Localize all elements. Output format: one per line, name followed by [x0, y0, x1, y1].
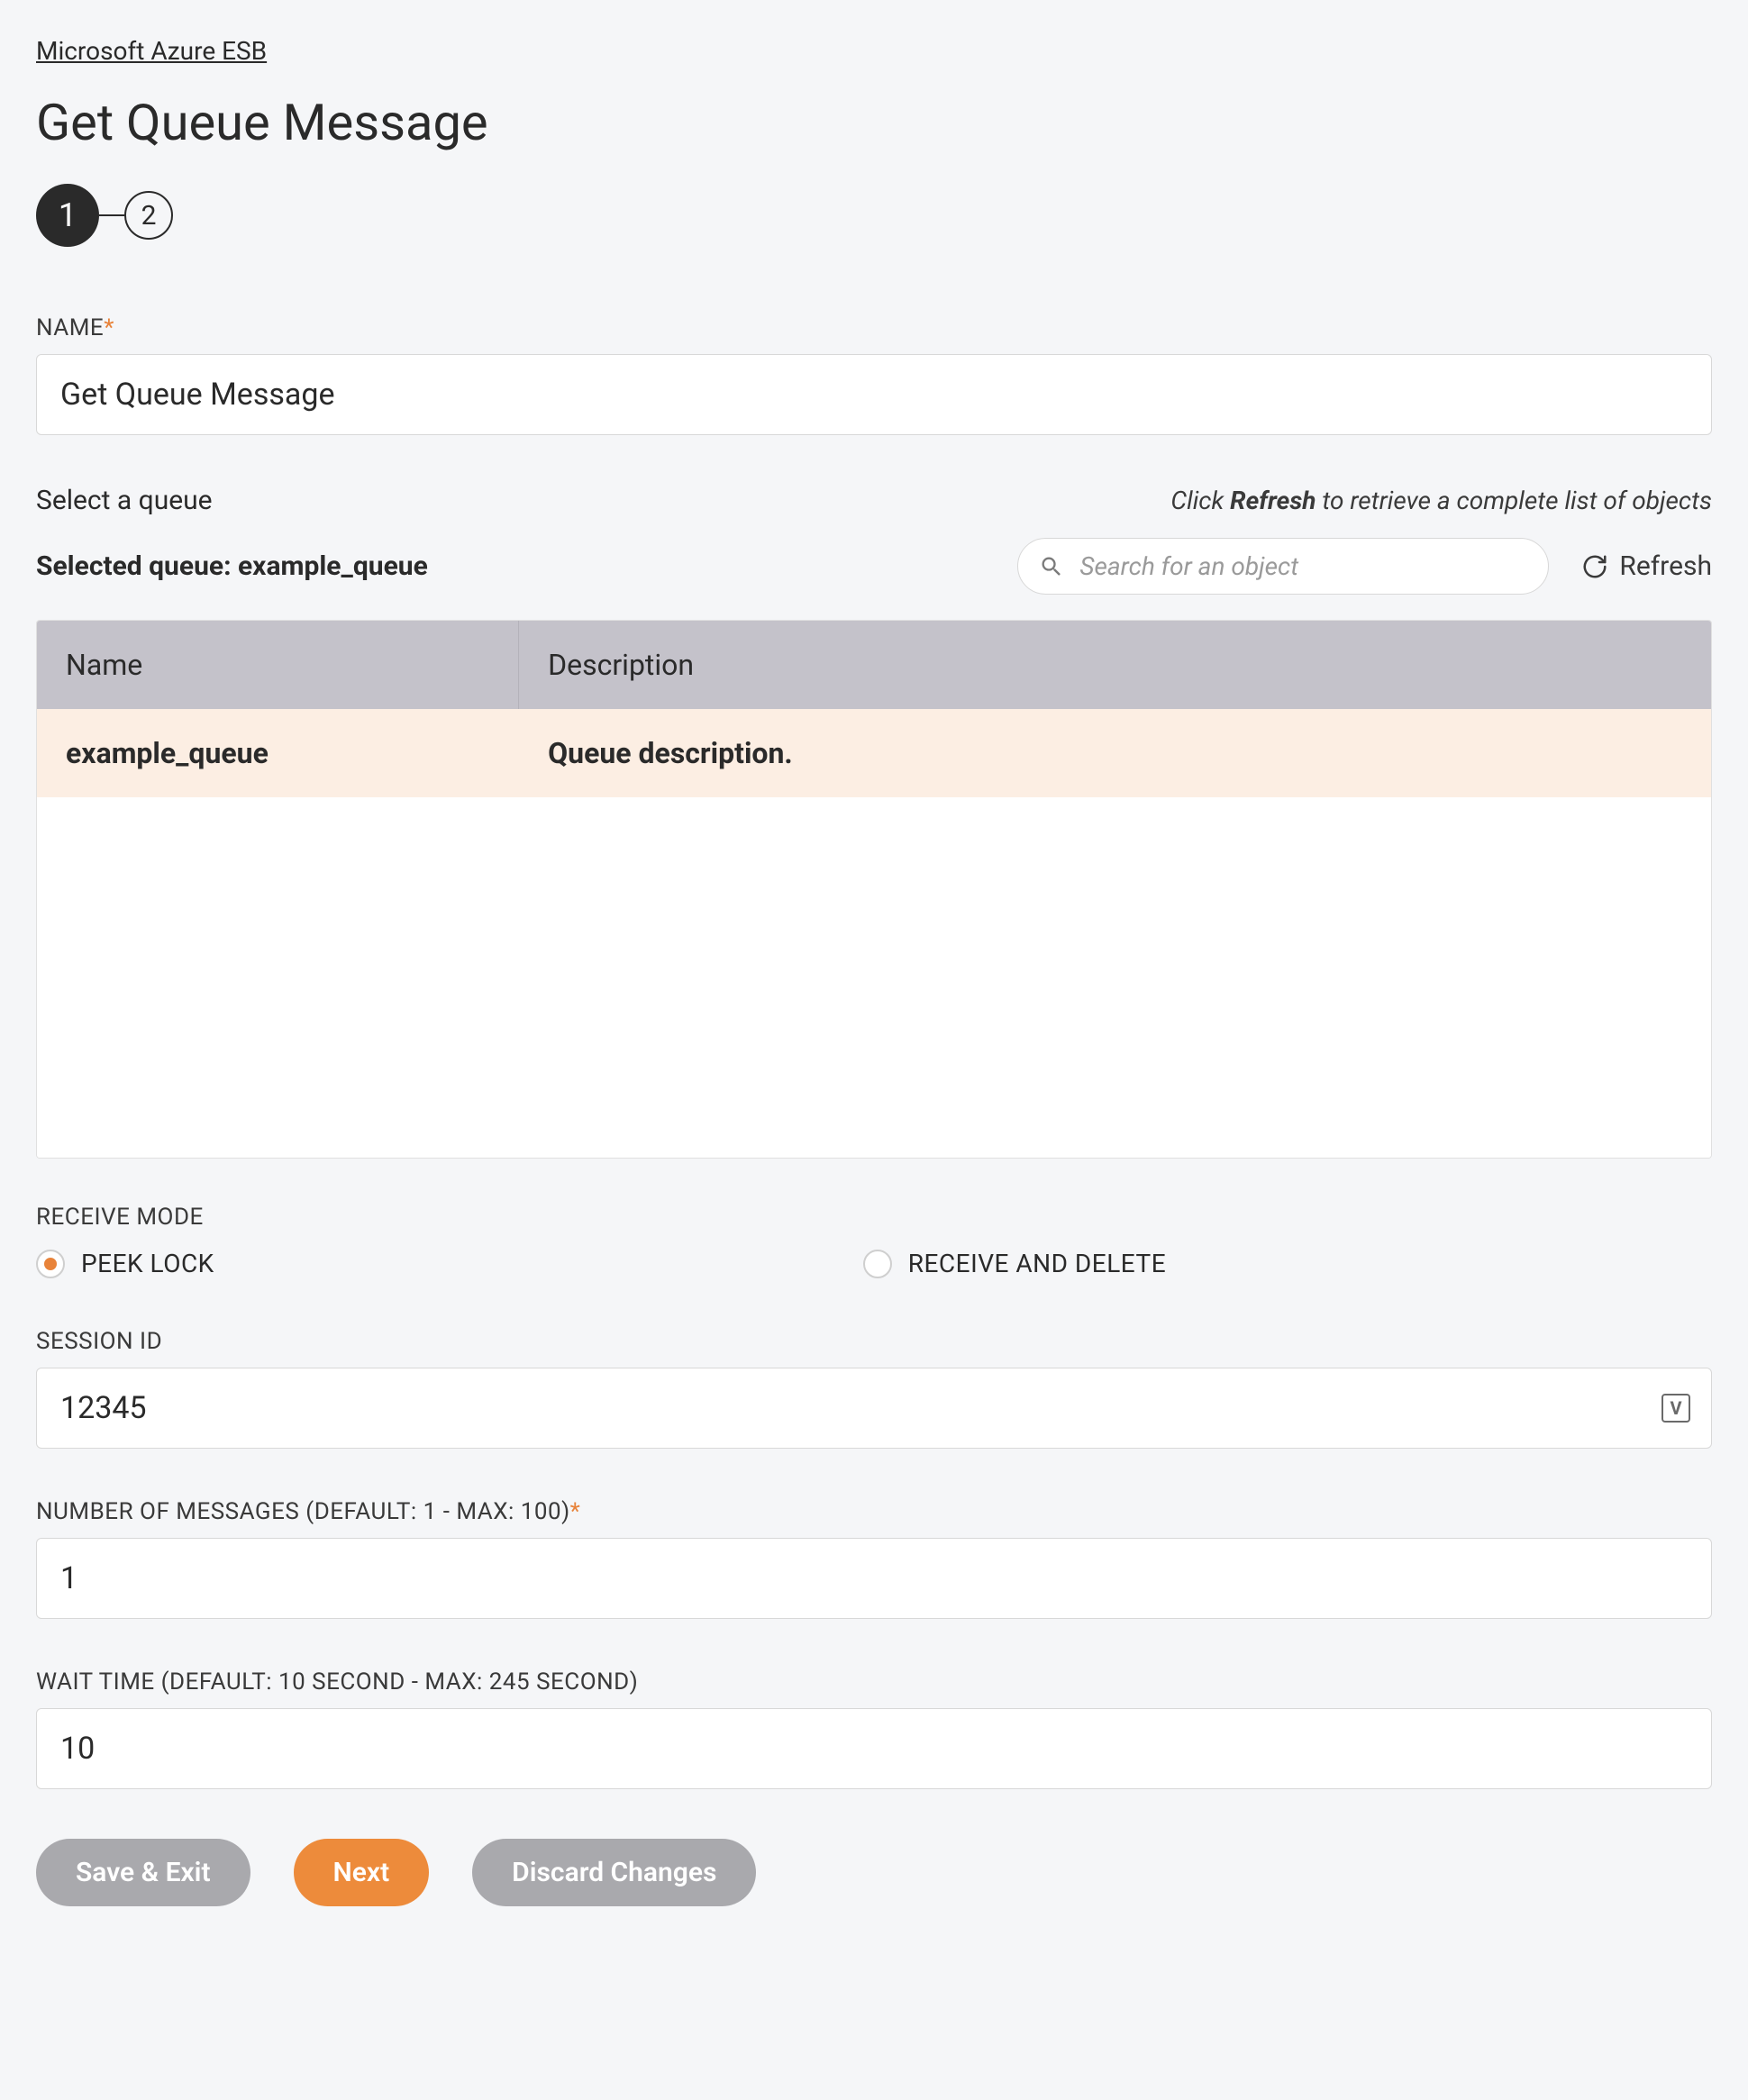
step-connector [99, 214, 124, 216]
queue-table: Name Description example_queue Queue des… [36, 620, 1712, 1159]
search-input[interactable] [1017, 538, 1549, 595]
radio-circle-icon [36, 1250, 65, 1278]
session-id-label: SESSION ID [36, 1328, 1712, 1355]
wait-time-input[interactable] [36, 1708, 1712, 1789]
search-icon [1039, 554, 1064, 579]
num-messages-label: NUMBER OF MESSAGES (DEFAULT: 1 - MAX: 10… [36, 1498, 1712, 1525]
td-name: example_queue [37, 709, 519, 797]
name-label: NAME* [36, 314, 1712, 341]
select-queue-label: Select a queue [36, 485, 213, 516]
radio-label: RECEIVE AND DELETE [908, 1249, 1166, 1278]
wait-time-label: WAIT TIME (DEFAULT: 10 SECOND - MAX: 245… [36, 1668, 1712, 1695]
variable-picker-icon[interactable]: V [1662, 1394, 1690, 1423]
selected-queue: Selected queue: example_queue [36, 550, 428, 582]
radio-peek-lock[interactable]: PEEK LOCK [36, 1249, 214, 1278]
stepper: 1 2 [36, 184, 1712, 247]
th-description: Description [519, 621, 1711, 709]
td-description: Queue description. [519, 709, 1711, 797]
step-2[interactable]: 2 [124, 191, 173, 240]
page-title: Get Queue Message [36, 93, 1712, 152]
num-messages-input[interactable] [36, 1538, 1712, 1619]
table-empty-space [37, 797, 1711, 1158]
save-exit-button[interactable]: Save & Exit [36, 1839, 250, 1906]
radio-receive-delete[interactable]: RECEIVE AND DELETE [863, 1249, 1166, 1278]
radio-label: PEEK LOCK [81, 1249, 214, 1278]
th-name: Name [37, 621, 519, 709]
refresh-icon [1581, 553, 1608, 580]
table-row[interactable]: example_queue Queue description. [37, 709, 1711, 797]
discard-button[interactable]: Discard Changes [472, 1839, 756, 1906]
table-header: Name Description [37, 621, 1711, 709]
radio-circle-icon [863, 1250, 892, 1278]
breadcrumb[interactable]: Microsoft Azure ESB [36, 36, 267, 66]
name-input[interactable] [36, 354, 1712, 435]
receive-mode-label: RECEIVE MODE [36, 1204, 1712, 1231]
session-id-input[interactable] [36, 1368, 1712, 1449]
refresh-hint: Click Refresh to retrieve a complete lis… [1170, 486, 1712, 515]
step-1[interactable]: 1 [36, 184, 99, 247]
refresh-button[interactable]: Refresh [1581, 550, 1712, 582]
next-button[interactable]: Next [294, 1839, 430, 1906]
